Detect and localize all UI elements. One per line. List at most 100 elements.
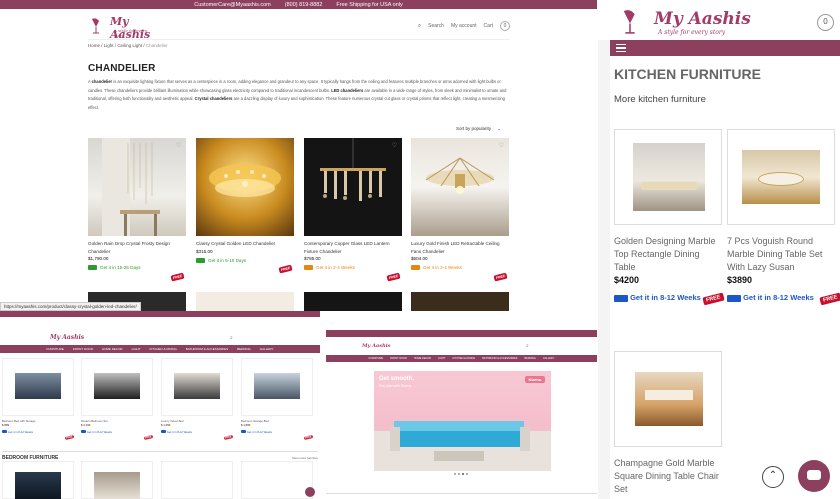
topbar-phone[interactable]: (800) 819-8882: [285, 2, 323, 8]
product-image[interactable]: [614, 129, 722, 225]
product-image-row2[interactable]: [304, 292, 402, 311]
chat-bubble-icon: [807, 470, 821, 480]
product-card[interactable]: ♡ Luxury Gold Finish LED Retractable Cei…: [411, 138, 509, 290]
header-account[interactable]: My account: [451, 23, 477, 29]
product-card[interactable]: ♡ Golden Rain Drop Crystal Frosty Design…: [88, 138, 186, 290]
promo-banner[interactable]: Get smooth. Pay later with Klarna. Klarn…: [374, 371, 551, 471]
product-card[interactable]: Champagne Gold Marble Square Dining Tabl…: [614, 351, 722, 496]
wishlist-heart-icon[interactable]: ♡: [284, 142, 289, 149]
carousel-dot[interactable]: [466, 473, 468, 475]
product-image[interactable]: ♡: [304, 138, 402, 236]
chat-button[interactable]: [305, 487, 315, 497]
chandelier-illustration: [425, 157, 495, 194]
nav-furniture[interactable]: FURNITURE: [369, 357, 383, 360]
truck-icon: [727, 294, 741, 302]
sort-select[interactable]: Sort by popularity ⌄: [456, 126, 501, 132]
desktop-bedroom-page: My Aashis ⌕ FURNITURE FRONT DOOR HOME DE…: [0, 311, 320, 499]
product-image[interactable]: [241, 461, 313, 499]
breadcrumb-ceiling-light[interactable]: Ceiling Light: [117, 43, 142, 48]
wishlist-heart-icon[interactable]: ♡: [499, 142, 504, 149]
product-name[interactable]: Champagne Gold Marble Square Dining Tabl…: [614, 457, 722, 496]
mobile-nav-bar: [610, 40, 840, 56]
nav-kitchen-dining[interactable]: KITCHEN & DINING: [149, 347, 176, 351]
topbar-email[interactable]: CustomerCare@Myaashis.com: [194, 2, 271, 8]
carousel-dot[interactable]: [458, 473, 460, 475]
product-card[interactable]: Golden Designing Marble Top Rectangle Di…: [614, 129, 725, 306]
topbar-shipping: Free Shipping for USA only: [336, 1, 403, 8]
status-bar-url: https://myaashis.com/product/classy-crys…: [0, 302, 141, 311]
product-image[interactable]: ♡: [411, 138, 509, 236]
header-cart[interactable]: Cart: [484, 23, 493, 29]
product-image[interactable]: [161, 461, 233, 499]
product-card[interactable]: ♡ Contemporary Copper Glass LED Lantern …: [304, 138, 402, 290]
product-card[interactable]: Bedroom Bed with Storage $ 899 Get it in…: [2, 358, 75, 448]
product-image[interactable]: ♡: [196, 138, 294, 236]
product-card[interactable]: 7 Pcs Voguish Round Marble Dining Table …: [727, 129, 840, 306]
logo-text[interactable]: My Aashis: [654, 9, 751, 29]
search-icon[interactable]: ⌕: [230, 335, 233, 341]
top-announcement-bar: CustomerCare@Myaashis.com (800) 819-8882…: [0, 0, 597, 9]
nav-front-door[interactable]: FRONT DOOR: [73, 347, 93, 351]
product-name[interactable]: Golden Designing Marble Top Rectangle Di…: [614, 235, 722, 274]
shipping-estimate: Get it in 8-12 Weeks: [241, 430, 313, 434]
chat-button[interactable]: [798, 460, 830, 492]
product-card[interactable]: Bedroom Storage Bed $ 1,680 Get it in 8-…: [241, 358, 314, 448]
carousel-dot[interactable]: [454, 473, 456, 475]
chandelier-illustration: [102, 138, 160, 236]
logo-text[interactable]: My Aashis: [50, 334, 84, 341]
nav-light[interactable]: LIGHT: [438, 357, 445, 360]
carousel-dots[interactable]: [454, 473, 468, 475]
site-logo[interactable]: My Aashis A style for every story: [88, 14, 158, 41]
nav-furniture[interactable]: FURNITURE: [46, 347, 63, 351]
cart-count-badge[interactable]: 0: [500, 21, 510, 31]
product-name[interactable]: Classy Crystal Golden LED Chandelier: [196, 240, 294, 248]
nav-home-decor[interactable]: HOME DECOR: [102, 347, 123, 351]
product-name[interactable]: Contemporary Copper Glass LED Lantern Fi…: [304, 240, 402, 255]
nav-bedding[interactable]: BEDDING: [524, 357, 535, 360]
section-view-more-link[interactable]: View more furniture: [292, 456, 318, 460]
header-search[interactable]: Search: [428, 23, 444, 29]
logo-text[interactable]: My Aashis: [362, 343, 390, 349]
product-name[interactable]: Luxury Gold Finish LED Retractable Ceili…: [411, 240, 509, 255]
cart-count-badge[interactable]: 0: [817, 14, 834, 31]
product-price: $604.00: [411, 256, 428, 261]
product-name[interactable]: Golden Rain Drop Crystal Frosty Design C…: [88, 240, 183, 255]
carousel-dot-active[interactable]: [462, 473, 464, 475]
product-image-row2[interactable]: [196, 292, 294, 311]
breadcrumb-light[interactable]: Light: [104, 43, 114, 48]
wishlist-heart-icon[interactable]: ♡: [392, 142, 397, 149]
product-image[interactable]: [727, 129, 835, 225]
product-image[interactable]: [2, 461, 74, 499]
nav-bedding[interactable]: BEDDING: [237, 347, 251, 351]
shipping-estimate: Get it in 8-12 Weeks: [81, 430, 153, 434]
nav-bathroom[interactable]: BATHROOM & ACCESSORIES: [482, 357, 517, 360]
product-price: $785.00: [304, 256, 321, 261]
product-card[interactable]: ♡ Classy Crystal Golden LED Chandelier $…: [196, 138, 294, 290]
nav-kitchen-dining[interactable]: KITCHEN & DINING: [452, 357, 475, 360]
breadcrumb-home[interactable]: Home: [88, 43, 100, 48]
product-image[interactable]: [81, 358, 153, 416]
product-card[interactable]: Luxury Velvet Bed $ 1,450 Get it in 8-12…: [161, 358, 234, 448]
product-name[interactable]: 7 Pcs Voguish Round Marble Dining Table …: [727, 235, 835, 274]
search-icon[interactable]: ⌕: [418, 23, 421, 30]
nav-bathroom[interactable]: BATHROOM & ACCESSORIES: [186, 347, 228, 351]
product-price: $3890: [727, 275, 753, 285]
product-image[interactable]: [614, 351, 722, 447]
product-image[interactable]: [81, 461, 153, 499]
nav-light[interactable]: LIGHT: [132, 347, 141, 351]
scroll-to-top-button[interactable]: ⌃: [762, 466, 784, 488]
hamburger-menu-icon[interactable]: [616, 44, 626, 52]
product-image[interactable]: [2, 358, 74, 416]
search-icon[interactable]: ⌕: [526, 343, 529, 349]
truck-icon: [241, 430, 246, 433]
nav-gallery[interactable]: GALLERY: [260, 347, 274, 351]
product-image[interactable]: [241, 358, 313, 416]
product-image[interactable]: ♡: [88, 138, 186, 236]
nav-front-door[interactable]: FRONT DOOR: [390, 357, 407, 360]
product-card[interactable]: Modern Bedroom Set $ 2,190 Get it in 8-1…: [81, 358, 154, 448]
wishlist-heart-icon[interactable]: ♡: [176, 142, 181, 149]
nav-home-decor[interactable]: HOME DECOR: [414, 357, 431, 360]
nav-gallery[interactable]: GALLERY: [543, 357, 555, 360]
product-image-row2[interactable]: [411, 292, 509, 311]
product-image[interactable]: [161, 358, 233, 416]
